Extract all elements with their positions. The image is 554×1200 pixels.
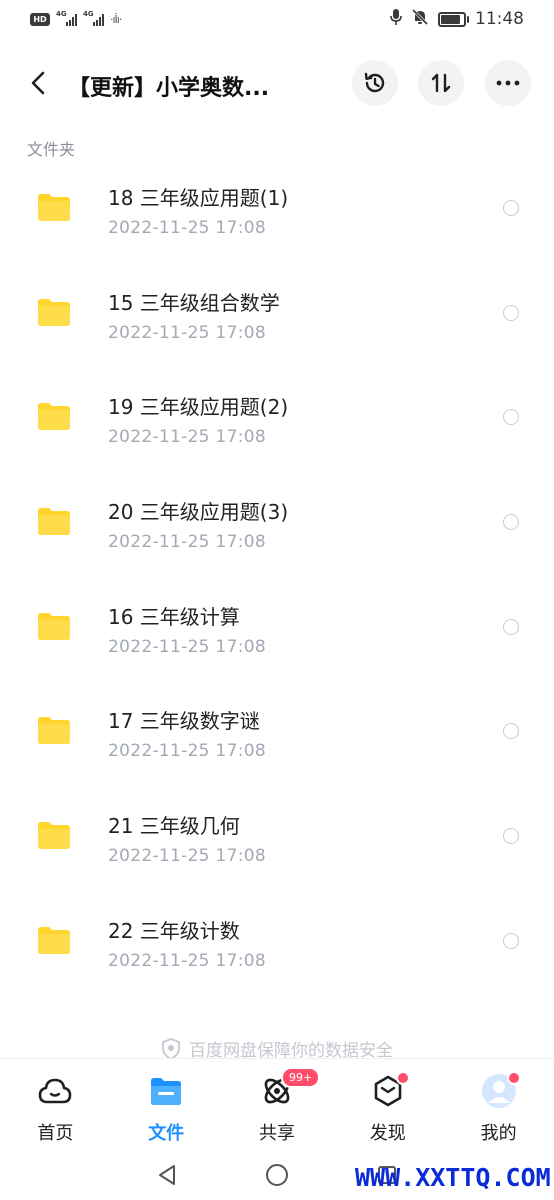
nav-item-files[interactable]: 文件	[111, 1059, 222, 1151]
back-button[interactable]	[20, 65, 56, 101]
system-home-button[interactable]	[264, 1162, 290, 1188]
system-back-button[interactable]	[154, 1162, 180, 1188]
nav-label: 首页	[37, 1123, 74, 1144]
folder-icon	[38, 403, 70, 431]
hd-badge: HD	[30, 12, 50, 26]
file-date: 2022-11-25 17:08	[108, 950, 266, 971]
select-radio[interactable]	[503, 200, 519, 216]
file-date: 2022-11-25 17:08	[108, 427, 266, 448]
network-type-1: 4G	[56, 10, 67, 18]
status-right: 11:48	[390, 8, 524, 30]
triangle-back-icon	[159, 1165, 175, 1185]
battery-icon	[438, 11, 469, 27]
share-badge: 99+	[280, 1067, 321, 1088]
page-title: 【更新】小学奥数...	[68, 76, 270, 101]
nav-item-share[interactable]: 99+ 共享	[222, 1059, 333, 1151]
status-bar: HD 4G 4G ·ıİı· 11:48	[0, 0, 554, 42]
list-item[interactable]: 18 三年级应用题(1) 2022-11-25 17:08	[0, 164, 554, 269]
back-arrow-icon	[31, 71, 45, 95]
microphone-icon	[390, 8, 402, 30]
nav-label: 我的	[480, 1123, 517, 1144]
file-name: 22 三年级计数	[108, 918, 240, 943]
discover-notification-dot	[395, 1071, 410, 1085]
cloud-home-icon	[37, 1073, 73, 1109]
select-radio[interactable]	[503, 618, 519, 635]
me-notification-dot	[506, 1071, 521, 1085]
select-radio[interactable]	[503, 723, 519, 740]
sort-icon	[431, 73, 451, 93]
folder-icon	[38, 717, 70, 745]
list-item[interactable]: 17 三年级数字谜 2022-11-25 17:08	[0, 687, 554, 792]
file-date: 2022-11-25 17:08	[108, 741, 266, 762]
section-label-folders: 文件夹	[27, 140, 76, 159]
folder-icon	[38, 612, 70, 640]
voice-wave-icon: ·ıİı·	[110, 12, 122, 26]
file-name: 18 三年级应用题(1)	[108, 186, 289, 210]
folder-icon	[38, 194, 70, 221]
discover-box-icon	[370, 1071, 410, 1109]
list-item[interactable]: 21 三年级几何 2022-11-25 17:08	[0, 792, 554, 897]
file-date: 2022-11-25 17:08	[108, 846, 266, 867]
select-radio[interactable]	[503, 304, 519, 321]
nav-item-home[interactable]: 首页	[0, 1059, 111, 1151]
more-button[interactable]	[485, 60, 531, 106]
more-icon	[496, 80, 520, 86]
list-item[interactable]: 22 三年级计数 2022-11-25 17:08	[0, 897, 554, 1002]
folder-icon	[38, 822, 70, 850]
nav-item-me[interactable]: 我的	[443, 1059, 554, 1151]
file-list: 18 三年级应用题(1) 2022-11-25 17:08 15 三年级组合数学…	[0, 164, 554, 1002]
circle-home-icon	[266, 1164, 288, 1186]
watermark-text: WWW.XXTTQ.COM	[355, 1163, 551, 1192]
folder-icon	[38, 508, 70, 536]
network-type-2: 4G	[83, 10, 94, 18]
sort-button[interactable]	[418, 60, 464, 106]
nav-label: 文件	[148, 1123, 185, 1144]
select-radio[interactable]	[503, 514, 519, 531]
select-radio[interactable]	[503, 828, 519, 845]
file-date: 2022-11-25 17:08	[108, 322, 266, 343]
file-date: 2022-11-25 17:08	[108, 218, 266, 238]
file-name: 16 三年级计算	[108, 604, 240, 629]
nav-label: 发现	[369, 1123, 406, 1144]
select-radio[interactable]	[503, 932, 519, 949]
bell-mute-icon	[411, 8, 429, 30]
bottom-nav: 首页 文件 99+ 共享 发现 我的	[0, 1058, 554, 1151]
file-date: 2022-11-25 17:08	[108, 532, 266, 553]
signal-2-icon: 4G	[83, 10, 104, 26]
status-left: HD 4G 4G ·ıİı·	[30, 10, 122, 26]
file-name: 17 三年级数字谜	[108, 709, 260, 734]
list-item[interactable]: 16 三年级计算 2022-11-25 17:08	[0, 583, 554, 688]
nav-item-discover[interactable]: 发现	[332, 1059, 443, 1151]
status-time: 11:48	[475, 9, 524, 29]
signal-1-icon: 4G	[56, 10, 77, 26]
header-bar: 【更新】小学奥数...	[0, 50, 554, 120]
folder-icon	[148, 1073, 184, 1109]
history-icon	[364, 72, 385, 93]
file-name: 15 三年级组合数学	[108, 290, 280, 315]
history-button[interactable]	[352, 60, 398, 106]
select-radio[interactable]	[503, 409, 519, 426]
avatar-icon	[481, 1071, 521, 1109]
file-name: 20 三年级应用题(3)	[108, 500, 289, 525]
list-item[interactable]: 15 三年级组合数学 2022-11-25 17:08	[0, 269, 554, 374]
folder-icon	[38, 926, 70, 954]
folder-icon	[38, 298, 70, 326]
list-item[interactable]: 20 三年级应用题(3) 2022-11-25 17:08	[0, 478, 554, 583]
list-item[interactable]: 19 三年级应用题(2) 2022-11-25 17:08	[0, 373, 554, 478]
file-date: 2022-11-25 17:08	[108, 636, 266, 657]
share-orbit-icon: 99+	[259, 1067, 321, 1109]
file-name: 19 三年级应用题(2)	[108, 395, 289, 420]
file-name: 21 三年级几何	[108, 814, 240, 839]
nav-label: 共享	[258, 1123, 295, 1144]
shield-icon	[162, 1037, 180, 1060]
